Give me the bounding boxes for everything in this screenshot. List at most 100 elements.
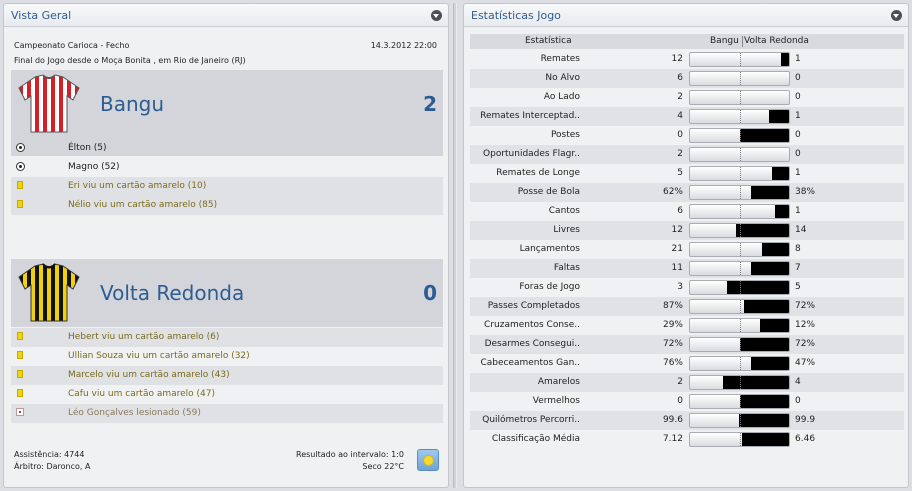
stat-comparison-bar bbox=[689, 375, 790, 390]
stat-label[interactable]: Classificação Média bbox=[492, 434, 580, 444]
stats-row: Cruzamentos Conse.. 29% 12% bbox=[470, 316, 904, 335]
stat-label[interactable]: Amarelos bbox=[538, 377, 580, 387]
stat-label[interactable]: Postes bbox=[551, 130, 580, 140]
stats-row: Ao Lado 2 0 bbox=[470, 88, 904, 107]
overview-menu-icon[interactable] bbox=[431, 10, 442, 21]
match-event: Magno (52) bbox=[11, 158, 443, 177]
stats-row: Passes Completados 87% 72% bbox=[470, 297, 904, 316]
event-text[interactable]: Magno (52) bbox=[68, 162, 120, 172]
yellow-card-icon bbox=[16, 200, 23, 208]
stats-row: Remates Interceptad.. 4 1 bbox=[470, 107, 904, 126]
event-text[interactable]: Eri viu um cartão amarelo (10) bbox=[68, 181, 206, 191]
stat-comparison-bar bbox=[689, 280, 790, 295]
stat-label[interactable]: Lançamentos bbox=[520, 244, 580, 254]
event-text[interactable]: Cafu viu um cartão amarelo (47) bbox=[68, 389, 215, 399]
stat-away-value: 1 bbox=[795, 206, 801, 216]
stat-label[interactable]: Remates Interceptad.. bbox=[480, 111, 580, 121]
stat-comparison-bar bbox=[689, 109, 790, 124]
stat-label[interactable]: Cabeceamentos Gan.. bbox=[480, 358, 580, 368]
home-team-name[interactable]: Bangu bbox=[100, 92, 164, 116]
stat-away-fill bbox=[769, 110, 789, 123]
stats-row: Faltas 11 7 bbox=[470, 259, 904, 278]
away-events-list: Hebert viu um cartão amarelo (6) Ullian S… bbox=[11, 328, 443, 423]
stat-comparison-bar bbox=[689, 242, 790, 257]
stat-away-value: 47% bbox=[795, 358, 816, 368]
stat-away-value: 8 bbox=[795, 244, 801, 254]
stat-home-value: 87% bbox=[662, 301, 683, 311]
stat-away-fill bbox=[722, 376, 789, 389]
stats-col-home: Bangu bbox=[710, 36, 739, 46]
event-text[interactable]: Léo Gonçalves lesionado (59) bbox=[68, 408, 201, 418]
injury-icon bbox=[16, 408, 24, 416]
match-event: Marcelo viu um cartão amarelo (43) bbox=[11, 366, 443, 385]
stat-comparison-bar bbox=[689, 71, 790, 86]
stat-bar-midline bbox=[740, 224, 741, 237]
stats-row: Vermelhos 0 0 bbox=[470, 392, 904, 411]
stat-label[interactable]: Passes Completados bbox=[488, 301, 580, 311]
stat-home-value: 2 bbox=[677, 149, 683, 159]
event-text[interactable]: Élton (5) bbox=[68, 143, 107, 153]
away-team-block: Volta Redonda 0 bbox=[11, 259, 443, 327]
stat-away-fill bbox=[781, 53, 789, 66]
stat-label[interactable]: Cruzamentos Conse.. bbox=[484, 320, 580, 330]
stat-bar-midline bbox=[740, 338, 741, 351]
stat-label[interactable]: Quilómetros Percorri.. bbox=[482, 415, 580, 425]
stat-away-fill bbox=[741, 433, 789, 446]
stat-away-fill bbox=[735, 224, 789, 237]
stat-label[interactable]: Cantos bbox=[549, 206, 580, 216]
home-kit-shirt-icon[interactable] bbox=[17, 74, 81, 134]
match-datetime: 14.3.2012 22:00 bbox=[370, 41, 437, 50]
stat-bar-midline bbox=[740, 148, 741, 161]
stat-label[interactable]: Ao Lado bbox=[544, 92, 580, 102]
panel-splitter[interactable] bbox=[453, 3, 457, 488]
stat-away-value: 1 bbox=[795, 168, 801, 178]
stat-home-value: 4 bbox=[677, 111, 683, 121]
stat-away-value: 72% bbox=[795, 301, 816, 311]
event-text[interactable]: Marcelo viu um cartão amarelo (43) bbox=[68, 370, 230, 380]
match-event: Hebert viu um cartão amarelo (6) bbox=[11, 328, 443, 347]
stat-label[interactable]: Livres bbox=[553, 225, 580, 235]
weather-button[interactable] bbox=[417, 449, 439, 471]
stat-label[interactable]: No Alvo bbox=[545, 73, 580, 83]
stat-bar-midline bbox=[740, 433, 741, 446]
stat-away-value: 0 bbox=[795, 92, 801, 102]
stat-bar-midline bbox=[740, 243, 741, 256]
competition-name[interactable]: Campeonato Carioca - Fecho bbox=[14, 41, 129, 50]
event-text[interactable]: Hebert viu um cartão amarelo (6) bbox=[68, 332, 219, 342]
stats-menu-icon[interactable] bbox=[891, 10, 902, 21]
stat-bar-midline bbox=[740, 53, 741, 66]
event-text[interactable]: Nélio viu um cartão amarelo (85) bbox=[68, 200, 217, 210]
match-event: Eri viu um cartão amarelo (10) bbox=[11, 177, 443, 196]
stat-home-value: 6 bbox=[677, 206, 683, 216]
stat-label[interactable]: Posse de Bola bbox=[518, 187, 580, 197]
stat-away-fill bbox=[761, 243, 789, 256]
home-events-list: Élton (5) Magno (52) Eri viu um cartão ama… bbox=[11, 139, 443, 215]
stats-row: Remates de Longe 5 1 bbox=[470, 164, 904, 183]
stat-label[interactable]: Oportunidades Flagr.. bbox=[483, 149, 580, 159]
stat-comparison-bar bbox=[689, 413, 790, 428]
away-kit-shirt-icon[interactable] bbox=[17, 263, 81, 323]
stat-label[interactable]: Remates de Longe bbox=[496, 168, 580, 178]
stat-home-value: 7.12 bbox=[662, 434, 683, 444]
stat-home-value: 72% bbox=[662, 339, 683, 349]
stat-away-fill bbox=[751, 357, 789, 370]
stat-away-value: 4 bbox=[795, 377, 801, 387]
stat-comparison-bar bbox=[689, 223, 790, 238]
stat-label[interactable]: Foras de Jogo bbox=[519, 282, 580, 292]
match-event: Léo Gonçalves lesionado (59) bbox=[11, 404, 443, 423]
stat-label[interactable]: Faltas bbox=[554, 263, 580, 273]
stat-bar-midline bbox=[740, 414, 741, 427]
referee[interactable]: Árbitro: Daronco, A bbox=[14, 462, 90, 471]
stats-table: Remates 12 1 No Alvo 6 0 Ao Lado 2 0 Remates Inte… bbox=[470, 50, 904, 449]
stat-label[interactable]: Desarmes Consegui.. bbox=[485, 339, 580, 349]
stats-row: Postes 0 0 bbox=[470, 126, 904, 145]
stats-row: Quilómetros Percorri.. 99.6 99.9 bbox=[470, 411, 904, 430]
stat-label[interactable]: Vermelhos bbox=[533, 396, 580, 406]
event-text[interactable]: Ullian Souza viu um cartão amarelo (32) bbox=[68, 351, 250, 361]
stat-label[interactable]: Remates bbox=[541, 54, 580, 64]
stat-home-value: 12 bbox=[671, 225, 683, 235]
away-team-name[interactable]: Volta Redonda bbox=[100, 281, 244, 305]
stats-row: Remates 12 1 bbox=[470, 50, 904, 69]
stat-comparison-bar bbox=[689, 318, 790, 333]
stat-bar-midline bbox=[740, 281, 741, 294]
